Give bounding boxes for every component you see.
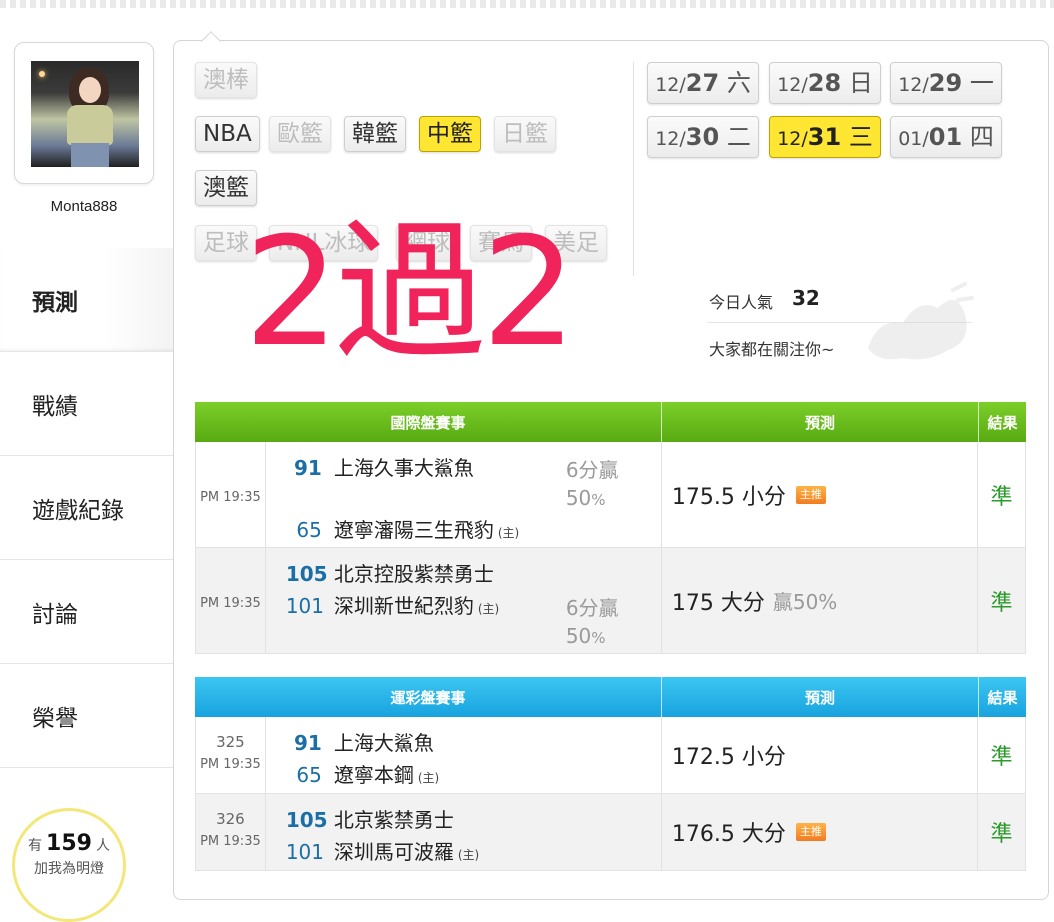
sport-tag-japan-basketball[interactable]: 日籃 <box>494 116 556 152</box>
team-home: 65 遼寧本鋼 (主) <box>296 763 440 787</box>
table-row[interactable]: 325 PM 19:35 91 上海大鯊魚 65 遼寧本鋼 (主) 172.5 小分 … <box>195 717 1026 794</box>
nav-record[interactable]: 戰績 <box>0 352 175 456</box>
sport-tag-china-basketball[interactable]: 中籃 <box>419 116 481 152</box>
result-cell: 準 <box>990 822 1013 847</box>
result-cell: 準 <box>990 484 1013 510</box>
lottery-table-header: 運彩盤賽事 預測 結果 <box>195 677 1026 717</box>
nav-discussion[interactable]: 討論 <box>0 560 175 664</box>
table-row[interactable]: PM 19:35 91 上海久事大鯊魚 65 遼寧瀋陽三生飛豹 (主) 6分贏 50% … <box>195 442 1026 548</box>
intl-table-header: 國際盤賽事 預測 結果 <box>195 402 1026 442</box>
col-header-match: 國際盤賽事 <box>195 402 662 442</box>
recommend-badge: 主推 <box>795 823 826 841</box>
team-away: 105 北京控股紫禁勇士 <box>285 562 494 586</box>
recommend-badge: 主推 <box>795 485 826 504</box>
overlay-annotation: 2過2 <box>244 206 577 380</box>
prediction-cell: 175 大分 贏50% <box>662 548 979 653</box>
col-header-result: 結果 <box>987 688 1018 707</box>
date-button[interactable]: 12/30 二 <box>647 116 759 158</box>
sidebar: Monta888 預測 戰績 遊戲紀錄 討論 榮譽 有 159 人 加我為明燈 <box>0 0 175 922</box>
team-away: 91 上海久事大鯊魚 <box>293 456 474 480</box>
match-time: PM 19:35 <box>200 834 261 849</box>
mascot-watermark-icon <box>868 282 974 360</box>
handicap: 6分贏 50% <box>565 596 619 648</box>
match-time: PM 19:35 <box>200 596 261 611</box>
nav-game-history[interactable]: 遊戲紀錄 <box>0 456 175 560</box>
date-button[interactable]: 12/27 六 <box>647 62 759 104</box>
avatar-frame[interactable] <box>14 42 154 184</box>
prediction-value: 175 大分 <box>671 590 765 616</box>
match-time: PM 19:35 <box>200 757 261 772</box>
prediction-cell: 176.5 大分 主推 <box>662 794 979 870</box>
sport-tag-euro-basketball[interactable]: 歐籃 <box>269 116 331 152</box>
fans-count: 159 <box>46 831 92 856</box>
fans-label: 加我為明燈 <box>34 861 104 877</box>
fans-count-line: 有 159 人 <box>28 831 110 856</box>
divider <box>633 62 634 276</box>
popularity-label: 今日人氣 <box>709 293 774 312</box>
prediction-cell: 172.5 小分 <box>662 717 979 793</box>
win-rate: 贏50% <box>772 590 838 614</box>
team-home: 65 遼寧瀋陽三生飛豹 (主) <box>296 518 520 542</box>
prediction-value: 172.5 小分 <box>671 745 786 770</box>
avatar[interactable] <box>31 61 139 167</box>
prediction-value: 175.5 小分 <box>671 484 786 510</box>
result-cell: 準 <box>990 745 1013 770</box>
popularity-value: 32 <box>792 286 820 310</box>
handicap: 6分贏 50% <box>565 458 619 510</box>
team-home: 101 深圳新世紀烈豹 (主) <box>285 594 500 618</box>
prediction-value: 176.5 大分 <box>671 822 786 847</box>
team-away: 91 上海大鯊魚 <box>293 731 434 755</box>
sport-tag-nba[interactable]: NBA <box>195 116 260 152</box>
team-home: 101 深圳馬可波羅 (主) <box>285 840 480 864</box>
prediction-cell: 175.5 小分 主推 <box>662 442 979 547</box>
match-time: PM 19:35 <box>200 490 261 505</box>
nav-honor[interactable]: 榮譽 <box>0 664 175 768</box>
col-header-prediction: 預測 <box>662 402 979 442</box>
sport-tag-aus-baseball[interactable]: 澳棒 <box>195 62 257 98</box>
nav-predict[interactable]: 預測 <box>0 248 175 352</box>
date-button[interactable]: 12/28 日 <box>769 62 881 104</box>
col-header-prediction: 預測 <box>662 677 979 717</box>
match-id: 325 <box>216 733 245 751</box>
team-away: 105 北京紫禁勇士 <box>285 808 454 832</box>
col-header-match: 運彩盤賽事 <box>195 677 662 717</box>
sport-tag-aus-basketball[interactable]: 澳籃 <box>195 170 257 206</box>
popularity-subtitle: 大家都在關注你~ <box>709 340 835 359</box>
sport-tag-korea-basketball[interactable]: 韓籃 <box>344 116 406 152</box>
table-row[interactable]: 326 PM 19:35 105 北京紫禁勇士 101 深圳馬可波羅 (主) 176.… <box>195 794 1026 871</box>
col-header-result: 結果 <box>987 413 1018 432</box>
match-id: 326 <box>216 810 245 828</box>
fans-badge[interactable]: 有 159 人 加我為明燈 <box>12 808 126 922</box>
result-cell: 準 <box>990 590 1013 616</box>
date-button[interactable]: 01/01 四 <box>890 116 1002 158</box>
table-row[interactable]: PM 19:35 105 北京控股紫禁勇士 101 深圳新世紀烈豹 (主) 6分贏 50… <box>195 548 1026 654</box>
date-button-selected[interactable]: 12/31 三 <box>769 116 881 158</box>
date-button[interactable]: 12/29 一 <box>890 62 1002 104</box>
username[interactable]: Monta888 <box>14 198 154 215</box>
